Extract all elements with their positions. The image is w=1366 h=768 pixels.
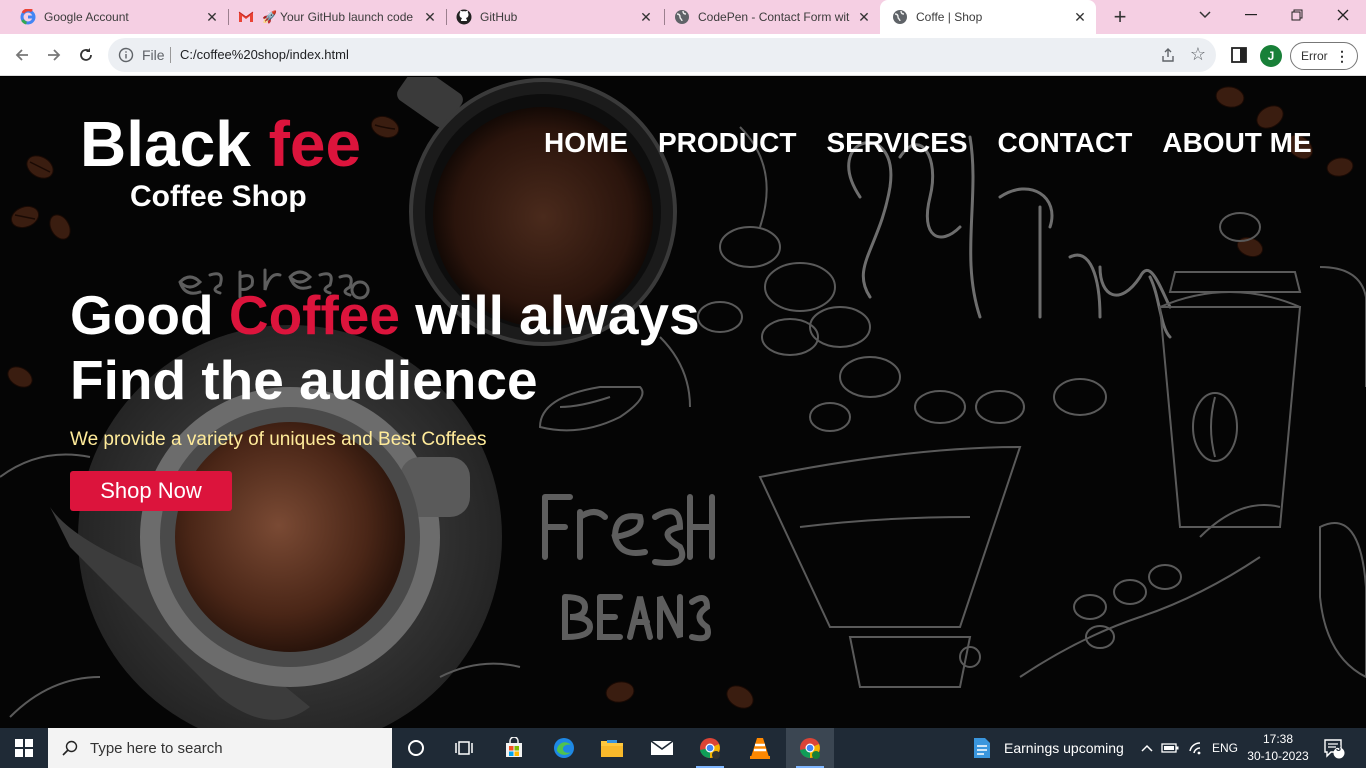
bookmark-star-icon[interactable]: ☆	[1190, 45, 1206, 63]
google-icon	[20, 9, 36, 25]
brand-logo[interactable]: Black fee Coffee Shop	[80, 112, 361, 213]
hero-text: will always	[399, 284, 700, 346]
profile-avatar[interactable]: J	[1260, 45, 1282, 67]
nav-contact[interactable]: CONTACT	[998, 127, 1133, 159]
close-icon[interactable]: ✕	[422, 9, 438, 25]
side-panel-icon[interactable]	[1230, 46, 1248, 64]
nav-about-me[interactable]: ABOUT ME	[1162, 127, 1311, 159]
hero-text: Good	[70, 284, 229, 346]
close-icon[interactable]: ✕	[1072, 9, 1088, 25]
task-view-icon[interactable]	[440, 728, 488, 768]
chrome-profile-icon[interactable]	[686, 728, 734, 768]
brand-title: Black fee	[80, 112, 361, 176]
reload-icon[interactable]	[74, 43, 98, 67]
minimize-icon[interactable]	[1228, 0, 1274, 30]
browser-toolbar: File C:/coffee%20shop/index.html ☆ J Err…	[0, 34, 1366, 76]
close-window-icon[interactable]	[1320, 0, 1366, 30]
hero-headline-line1: Good Coffee will always	[70, 283, 700, 348]
nav-home[interactable]: HOME	[544, 127, 628, 159]
windows-taskbar: Type here to search Earnings upcoming EN…	[0, 728, 1366, 768]
taskbar-search-box[interactable]: Type here to search	[48, 728, 392, 768]
search-icon	[62, 740, 78, 756]
main-nav: HOME PRODUCT SERVICES CONTACT ABOUT ME	[544, 127, 1312, 159]
close-icon[interactable]: ✕	[638, 9, 654, 25]
info-icon[interactable]	[118, 47, 134, 63]
notification-badge: 3	[1336, 743, 1342, 753]
file-explorer-icon[interactable]	[588, 728, 636, 768]
tab-title: Coffe | Shop	[916, 10, 983, 24]
tab-github[interactable]: GitHub ✕	[444, 0, 662, 34]
new-tab-button[interactable]: +	[1108, 4, 1132, 29]
nav-services[interactable]: SERVICES	[826, 127, 967, 159]
globe-icon	[892, 9, 908, 25]
restore-icon[interactable]	[1274, 0, 1320, 30]
news-widget-icon[interactable]	[962, 728, 1002, 768]
hero-section: Good Coffee will always Find the audienc…	[70, 283, 700, 511]
close-icon[interactable]: ✕	[856, 9, 872, 25]
hero-tagline: We provide a variety of uniques and Best…	[70, 429, 487, 450]
shop-now-button[interactable]: Shop Now	[70, 471, 232, 511]
clock-time: 17:38	[1262, 732, 1294, 746]
hero-headline-line2: Find the audience	[70, 349, 538, 411]
tab-title: Google Account	[44, 10, 129, 24]
edge-icon[interactable]	[540, 728, 588, 768]
news-widget-text[interactable]: Earnings upcoming	[1004, 728, 1124, 768]
tab-title: GitHub	[480, 10, 518, 24]
notification-center-icon[interactable]: 3	[1316, 728, 1352, 768]
brand-subtitle: Coffee Shop	[130, 180, 307, 213]
mail-icon[interactable]	[638, 728, 686, 768]
show-hidden-icons[interactable]	[1136, 728, 1158, 768]
tab-coffee-shop[interactable]: Coffe | Shop ✕	[880, 0, 1096, 34]
search-placeholder: Type here to search	[90, 739, 223, 757]
clock[interactable]: 17:38 30-10-2023	[1244, 731, 1312, 765]
globe-icon	[674, 9, 690, 25]
forward-icon[interactable]	[42, 43, 66, 67]
tab-search-icon[interactable]	[1182, 0, 1228, 30]
address-divider	[170, 47, 171, 63]
windows-start-icon[interactable]	[0, 728, 48, 768]
clock-date: 30-10-2023	[1247, 749, 1309, 763]
error-label: Error	[1301, 49, 1328, 63]
tab-title: 🚀 Your GitHub launch code	[262, 10, 414, 24]
back-icon[interactable]	[10, 43, 34, 67]
wifi-icon[interactable]	[1184, 728, 1210, 768]
tab-strip: Google Account ✕ 🚀 Your GitHub launch co…	[0, 0, 1366, 34]
tab-google-account[interactable]: Google Account ✕	[8, 0, 228, 34]
github-icon	[456, 9, 472, 25]
tab-codepen[interactable]: CodePen - Contact Form wit ✕	[662, 0, 880, 34]
language-indicator[interactable]: ENG	[1212, 728, 1238, 768]
hero-accent-text: Coffee	[228, 284, 400, 346]
share-icon[interactable]	[1160, 47, 1176, 63]
close-icon[interactable]: ✕	[204, 9, 220, 25]
url-text[interactable]: C:/coffee%20shop/index.html	[180, 47, 349, 62]
address-bar[interactable]: File C:/coffee%20shop/index.html ☆	[108, 38, 1216, 72]
vlc-icon[interactable]	[736, 728, 784, 768]
cortana-icon[interactable]	[392, 728, 440, 768]
more-menu-icon[interactable]: ⋮	[1335, 47, 1349, 65]
tab-title: CodePen - Contact Form wit	[698, 10, 850, 24]
tab-gmail[interactable]: 🚀 Your GitHub launch code ✕	[226, 0, 446, 34]
nav-product[interactable]: PRODUCT	[658, 127, 796, 159]
brand-title-part2: fee	[268, 108, 362, 180]
gmail-icon	[238, 9, 254, 25]
chrome-icon[interactable]	[786, 728, 834, 768]
scheme-label: File	[142, 47, 165, 63]
webpage: Black fee Coffee Shop HOME PRODUCT SERVI…	[0, 77, 1366, 728]
error-button[interactable]: Error ⋮	[1290, 42, 1358, 70]
microsoft-store-icon[interactable]	[490, 728, 538, 768]
battery-icon[interactable]	[1158, 728, 1182, 768]
brand-title-part1: Black	[80, 108, 269, 180]
